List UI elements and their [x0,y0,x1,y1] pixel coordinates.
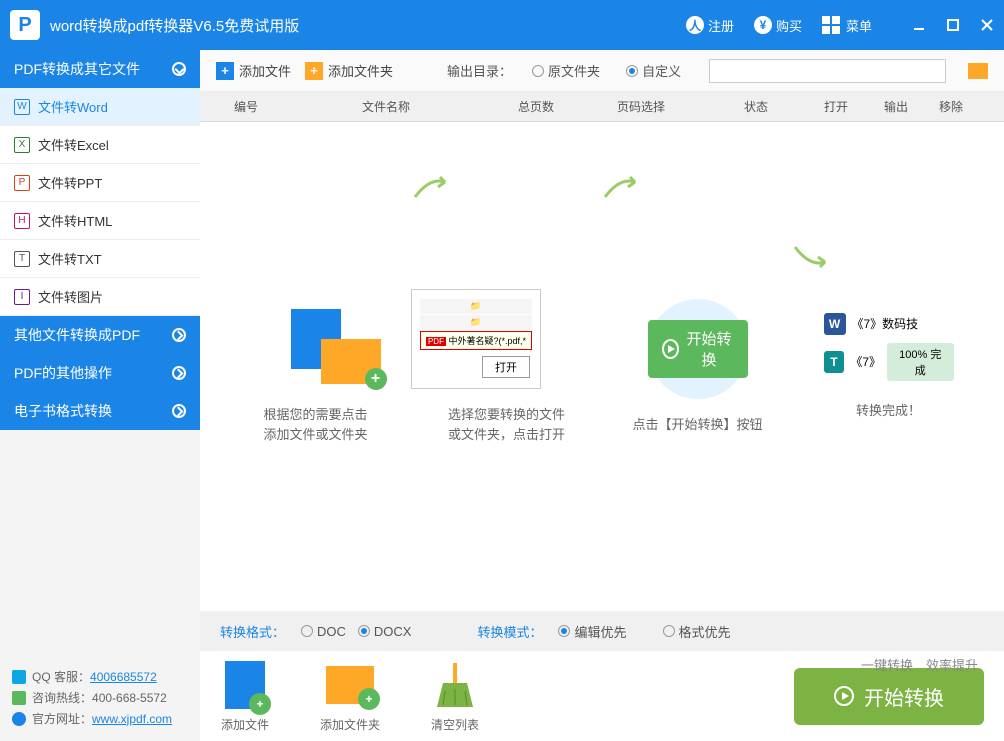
guide-area: 根据您的需要点击 添加文件或文件夹 📁 📁 PDF 中外著名疑?(*.pdf,*… [200,122,1004,611]
play-icon [662,339,679,359]
sidebar-item-image[interactable]: I 文件转图片 [0,278,200,316]
guide-step-2: 📁 📁 PDF 中外著名疑?(*.pdf,* 打开 选择您要转换的文件 或文件夹… [411,289,602,444]
output-path-input[interactable] [709,59,946,83]
app-title: word转换成pdf转换器V6.5免费试用版 [50,15,676,36]
sidebar-item-excel[interactable]: X 文件转Excel [0,126,200,164]
convert-pill: 开始转换 [648,320,748,378]
chevron-down-icon [172,62,186,76]
image-icon: I [14,289,30,305]
start-convert-button[interactable]: 开始转换 [794,668,984,725]
folder-plus-icon [326,666,374,704]
titlebar: P word转换成pdf转换器V6.5免费试用版 人 注册 ¥ 购买 菜单 [0,0,1004,50]
toolbar: + 添加文件 + 添加文件夹 输出目录： 原文件夹 自定义 [200,50,1004,92]
start-tagline: 一键转换 效率提升 [861,655,978,674]
table-header: 编号 文件名称 总页数 页码选择 状态 打开 输出 移除 [200,92,1004,122]
phone-icon [12,691,26,705]
yen-icon: ¥ [754,16,772,34]
plus-icon: + [216,62,234,80]
add-file-button[interactable]: + 添加文件 [216,61,291,80]
chevron-right-icon [172,328,186,342]
site-link[interactable]: www.xjpdf.com [92,712,172,726]
chevron-right-icon [172,404,186,418]
maximize-button[interactable] [946,18,960,32]
qq-link[interactable]: 4006685572 [90,670,157,684]
sidebar-item-html[interactable]: H 文件转HTML [0,202,200,240]
txt-icon: T [14,251,30,267]
globe-icon [12,712,26,726]
browse-folder-button[interactable] [968,63,988,79]
txt-app-icon: T [824,351,845,373]
grid-icon [822,16,840,34]
output-label: 输出目录： [447,61,512,80]
radio-custom-folder[interactable]: 自定义 [626,61,681,80]
sidebar-item-ppt[interactable]: P 文件转PPT [0,164,200,202]
app-logo: P [10,10,40,40]
radio-doc[interactable]: DOC [301,624,346,639]
qq-icon [12,670,26,684]
radio-icon [626,65,638,77]
broom-icon [430,660,480,710]
sidebar-group-pdf-ops[interactable]: PDF的其他操作 [0,354,200,392]
word-app-icon: W [824,313,846,335]
radio-docx[interactable]: DOCX [358,624,412,639]
bottom-add-folder[interactable]: 添加文件夹 [320,660,380,733]
sidebar-item-txt[interactable]: T 文件转TXT [0,240,200,278]
sidebar: PDF转换成其它文件 W 文件转Word X 文件转Excel P 文件转PPT… [0,50,200,741]
sidebar-group-pdf-to-other[interactable]: PDF转换成其它文件 [0,50,200,88]
excel-icon: X [14,137,30,153]
folder-plus-icon: + [305,62,323,80]
arrow-icon [410,172,450,202]
format-bar: 转换格式： DOC DOCX 转换模式： 编辑优先 格式优先 [200,611,1004,651]
buy-button[interactable]: ¥ 购买 [754,16,802,35]
sidebar-group-ebook[interactable]: 电子书格式转换 [0,392,200,430]
folder-plus-icon [321,339,381,384]
radio-icon [532,65,544,77]
sidebar-footer: QQ 客服： 4006685572 咨询热线： 400-668-5572 官方网… [0,654,200,741]
sidebar-item-word[interactable]: W 文件转Word [0,88,200,126]
html-icon: H [14,213,30,229]
close-button[interactable] [980,18,994,32]
radio-source-folder[interactable]: 原文件夹 [532,61,600,80]
guide-step-3: 开始转换 点击【开始转换】按钮 [602,299,793,435]
play-icon [834,686,854,706]
bottom-add-file[interactable]: 添加文件 [220,660,270,733]
doc-plus-icon [225,661,265,709]
arrow-icon [790,242,830,272]
add-folder-button[interactable]: + 添加文件夹 [305,61,393,80]
radio-format-priority[interactable]: 格式优先 [663,622,731,641]
register-button[interactable]: 人 注册 [686,16,734,35]
open-button-mock: 打开 [482,356,530,378]
guide-step-4: W 《7》数码技 T 《7》 100% 完成 转换完成！ [793,313,984,421]
file-dialog-mock: 📁 📁 PDF 中外著名疑?(*.pdf,* 打开 [411,289,541,389]
minimize-button[interactable] [912,18,926,32]
radio-edit-priority[interactable]: 编辑优先 [558,622,626,641]
progress-badge: 100% 完成 [887,343,953,381]
word-icon: W [14,99,30,115]
ppt-icon: P [14,175,30,191]
sidebar-group-other-to-pdf[interactable]: 其他文件转换成PDF [0,316,200,354]
chevron-right-icon [172,366,186,380]
menu-button[interactable]: 菜单 [822,16,872,35]
guide-step-1: 根据您的需要点击 添加文件或文件夹 [220,289,411,444]
bottom-clear-list[interactable]: 清空列表 [430,660,480,733]
arrow-icon [600,172,640,202]
user-icon: 人 [686,16,704,34]
